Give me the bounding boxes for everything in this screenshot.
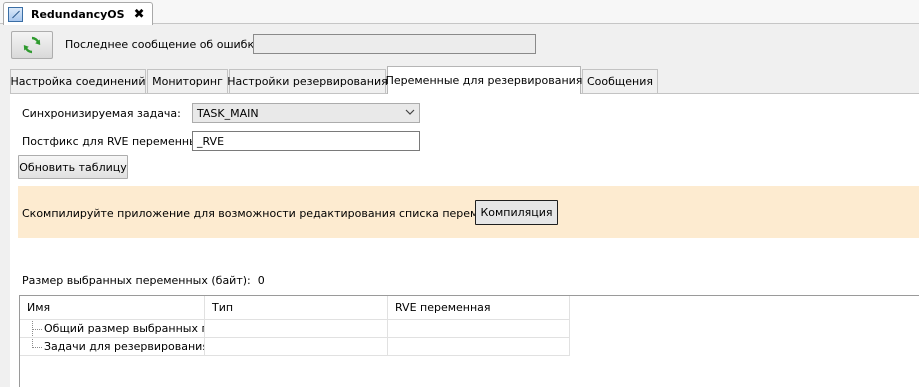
tree-row[interactable]: Задачи для резервирования:	[20, 338, 570, 356]
compile-warning-banner: Скомпилируйте приложение для возможности…	[18, 186, 919, 238]
tree-header: Имя Тип RVE переменная	[20, 296, 570, 320]
compile-warning-text: Скомпилируйте приложение для возможности…	[22, 207, 519, 220]
last-error-field[interactable]	[253, 34, 536, 54]
selected-size-label: Размер выбранных переменных (байт): 0	[22, 274, 265, 287]
tab-redundancy-settings[interactable]: Настройки резервирования	[227, 69, 388, 93]
tab-connection-settings[interactable]: Настройка соединений	[10, 69, 146, 93]
tab-content-redundancy-variables: Синхронизируемая задача: TASK_MAIN Постф…	[10, 94, 919, 387]
module-icon	[8, 6, 23, 22]
tree-cell-name: Общий размер выбранных п...	[20, 320, 205, 338]
postfix-input[interactable]: _RVE	[192, 131, 420, 151]
refresh-button[interactable]	[11, 31, 53, 59]
tab-redundancy-variables[interactable]: Переменные для резервирования	[386, 66, 582, 94]
selected-size-value: 0	[257, 274, 265, 287]
postfix-label: Постфикс для RVE переменных:	[22, 135, 209, 148]
tree-cell-name: Задачи для резервирования:	[20, 338, 205, 356]
editor-tab-title: RedundancyOS	[31, 7, 125, 21]
variables-tree-table[interactable]: Имя Тип RVE переменная Общий размер выбр…	[19, 295, 919, 387]
tree-row[interactable]: Общий размер выбранных п...	[20, 320, 570, 338]
task-select[interactable]: TASK_MAIN	[192, 103, 420, 123]
last-error-label: Последнее сообщение об ошибке:	[65, 38, 265, 51]
selected-size-text: Размер выбранных переменных (байт):	[22, 274, 251, 287]
redundancy-panel: Последнее сообщение об ошибке: Настройка…	[0, 25, 919, 387]
close-icon[interactable]: ✖	[134, 8, 145, 21]
tree-cell-type	[205, 320, 388, 338]
editor-tab-redundancyos[interactable]: RedundancyOS ✖	[3, 2, 153, 25]
tree-cell-rve	[388, 320, 570, 338]
column-header-type[interactable]: Тип	[205, 296, 388, 320]
refresh-arrows-icon	[23, 36, 41, 54]
column-header-name[interactable]: Имя	[20, 296, 205, 320]
settings-tabs: Настройка соединений Мониторинг Настройк…	[10, 66, 919, 94]
tree-cell-rve	[388, 338, 570, 356]
chevron-down-icon	[405, 109, 415, 115]
tab-monitoring[interactable]: Мониторинг	[147, 69, 228, 93]
task-select-value: TASK_MAIN	[197, 106, 259, 120]
tree-cell-type	[205, 338, 388, 356]
update-table-button[interactable]: Обновить таблицу	[18, 155, 128, 179]
tab-messages[interactable]: Сообщения	[582, 69, 658, 93]
task-label: Синхронизируемая задача:	[22, 107, 181, 120]
editor-tabbar: RedundancyOS ✖	[0, 0, 919, 25]
column-header-rve[interactable]: RVE переменная	[388, 296, 570, 320]
compile-button[interactable]: Компиляция	[475, 200, 558, 225]
